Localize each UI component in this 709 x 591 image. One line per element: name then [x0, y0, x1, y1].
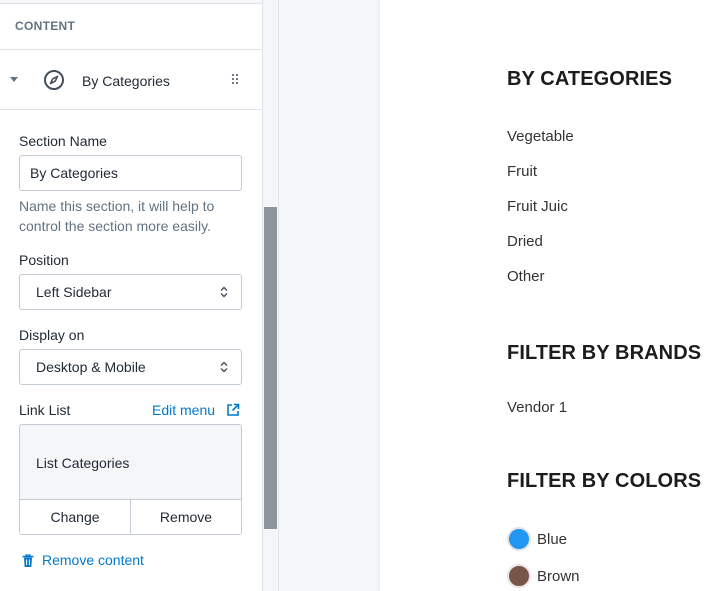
display-on-select[interactable]: Desktop & Mobile	[19, 349, 242, 385]
storefront-preview: BY CATEGORIES Vegetable Fruit Fruit Juic…	[380, 0, 709, 591]
position-select-value: Left Sidebar	[36, 284, 112, 300]
position-label: Position	[19, 252, 69, 268]
section-row-by-categories[interactable]: By Categories	[0, 50, 262, 110]
link-list-value: List Categories	[36, 455, 130, 471]
edit-menu-link[interactable]: Edit menu	[152, 402, 215, 418]
link-list-actions: Change Remove	[20, 499, 241, 534]
settings-panel: CONTENT By Categories Section Name Name …	[0, 0, 263, 591]
panel-header: CONTENT	[0, 0, 262, 50]
position-select[interactable]: Left Sidebar	[19, 274, 242, 310]
color-label[interactable]: Blue	[537, 531, 567, 548]
category-link[interactable]: Fruit Juic	[507, 198, 568, 215]
display-on-select-value: Desktop & Mobile	[36, 359, 146, 375]
trash-icon	[22, 554, 34, 567]
category-link[interactable]: Fruit	[507, 163, 537, 180]
drag-handle-icon[interactable]	[232, 74, 240, 86]
brand-link[interactable]: Vendor 1	[507, 399, 567, 416]
color-label[interactable]: Brown	[537, 568, 580, 585]
section-title: By Categories	[82, 73, 170, 89]
section-name-help: Name this section, it will help to contr…	[19, 198, 215, 234]
change-button[interactable]: Change	[20, 500, 130, 534]
panel-top-edge	[0, 0, 262, 4]
select-arrows-icon	[220, 286, 228, 298]
display-on-label: Display on	[19, 327, 85, 343]
link-list-box: List Categories Change Remove	[19, 424, 242, 535]
brands-heading: FILTER BY BRANDS	[507, 342, 702, 364]
preview-gutter	[279, 0, 380, 591]
section-name-label: Section Name	[19, 133, 107, 149]
category-link[interactable]: Vegetable	[507, 128, 574, 145]
external-link-icon[interactable]	[226, 403, 240, 417]
category-link[interactable]: Other	[507, 268, 545, 285]
collapse-caret-icon[interactable]	[10, 77, 18, 82]
category-link[interactable]: Dried	[507, 233, 543, 250]
link-list-label: Link List	[19, 402, 71, 418]
compass-icon	[44, 70, 64, 90]
color-swatch-brown[interactable]	[507, 564, 531, 588]
remove-list-button[interactable]: Remove	[130, 500, 241, 534]
select-arrows-icon	[220, 361, 228, 373]
color-swatch-blue[interactable]	[507, 527, 531, 551]
colors-heading: FILTER BY COLORS	[507, 470, 702, 492]
section-name-input[interactable]	[19, 155, 242, 191]
categories-heading: BY CATEGORIES	[507, 68, 673, 90]
panel-scrollbar-thumb[interactable]	[264, 207, 277, 529]
remove-content-label: Remove content	[42, 552, 144, 568]
